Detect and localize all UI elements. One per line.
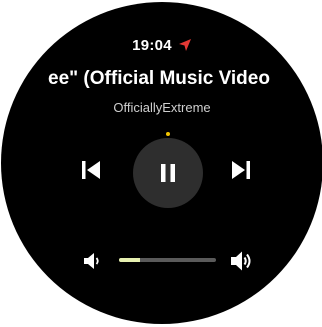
- page-indicator-dot: [166, 132, 170, 136]
- clock-time: 19:04: [132, 36, 172, 54]
- skip-previous-icon[interactable]: [81, 160, 101, 180]
- volume-up-icon[interactable]: [230, 249, 254, 273]
- pause-button[interactable]: [133, 138, 203, 208]
- volume-down-icon[interactable]: [83, 251, 101, 271]
- track-title: ee" (Official Music Video: [1, 68, 322, 90]
- volume-slider[interactable]: [119, 258, 216, 262]
- pause-icon: [161, 164, 175, 182]
- status-bar: 19:04: [1, 36, 322, 54]
- track-artist: OfficiallyExtreme: [113, 100, 211, 115]
- watch-screen: 19:04 ee" (Official Music Video Official…: [1, 2, 322, 324]
- navigation-arrow-icon: [178, 39, 191, 52]
- volume-level-fill: [119, 258, 141, 262]
- track-title-text: ee" (Official Music Video: [48, 68, 270, 89]
- skip-next-icon[interactable]: [231, 160, 251, 180]
